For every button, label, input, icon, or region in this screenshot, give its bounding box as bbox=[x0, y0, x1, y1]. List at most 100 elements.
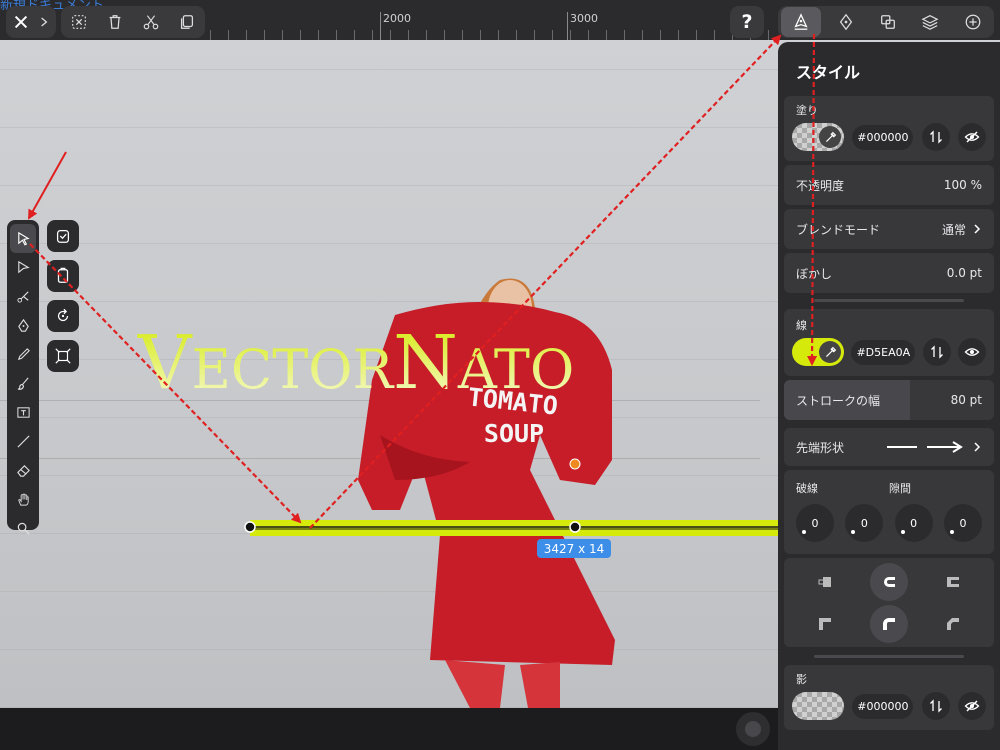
node-tool-icon[interactable] bbox=[7, 282, 39, 311]
eyedropper-icon[interactable] bbox=[819, 126, 841, 148]
fill-swatch[interactable] bbox=[792, 123, 844, 151]
app-window: VECTORNATO TOMATO SOUP 3427 x 14 新規ドキュメン… bbox=[0, 0, 1000, 750]
blur-row[interactable]: ぼかし 0.0 pt bbox=[784, 253, 994, 293]
swap-icon[interactable] bbox=[921, 123, 950, 151]
brush-tool-icon[interactable] bbox=[7, 369, 39, 398]
scissors-icon[interactable] bbox=[133, 7, 169, 37]
miter-join-icon[interactable] bbox=[806, 605, 844, 643]
edit-actions-group bbox=[61, 6, 205, 38]
gap-label: 隙間 bbox=[889, 482, 911, 495]
fit-to-bounds-button[interactable] bbox=[47, 340, 79, 372]
dash-section: 破線 隙間 0 0 0 0 bbox=[784, 470, 994, 554]
section-divider bbox=[814, 299, 964, 302]
trash-icon[interactable] bbox=[97, 7, 133, 37]
swap-icon[interactable] bbox=[921, 692, 950, 720]
stroke-section: 線 #D5EA0A bbox=[784, 309, 994, 376]
shadow-section: 影 #000000 bbox=[784, 665, 994, 730]
clipboard-button[interactable] bbox=[47, 260, 79, 292]
round-cap-icon[interactable] bbox=[870, 563, 908, 601]
stroke-width-label: ストロークの幅 bbox=[796, 393, 881, 408]
blur-label: ぼかし bbox=[796, 266, 833, 281]
stroke-width-slider[interactable]: ストロークの幅 80 pt bbox=[784, 380, 994, 420]
shadow-label: 影 bbox=[796, 673, 807, 686]
close-icon[interactable] bbox=[6, 7, 36, 37]
record-button[interactable] bbox=[736, 712, 770, 746]
blend-mode-value: 通常 bbox=[941, 222, 966, 237]
rotation-handle[interactable] bbox=[569, 458, 581, 470]
blur-value: 0.0 pt bbox=[946, 266, 982, 280]
visibility-off-icon[interactable] bbox=[957, 123, 986, 151]
quick-select-button[interactable] bbox=[47, 220, 79, 252]
arrow-end-icon bbox=[927, 441, 963, 453]
blend-mode-row[interactable]: ブレンドモード 通常 bbox=[784, 209, 994, 249]
panel-title: スタイル bbox=[796, 63, 861, 82]
cap-join-section bbox=[784, 558, 994, 647]
path-ops-icon[interactable] bbox=[870, 7, 906, 37]
fill-section: 塗り #000000 bbox=[784, 96, 994, 161]
opacity-row[interactable]: 不透明度 100 % bbox=[784, 165, 994, 205]
record-icon bbox=[745, 721, 761, 737]
bottom-bar bbox=[0, 708, 778, 750]
eraser-tool-icon[interactable] bbox=[7, 456, 39, 485]
opacity-value: 100 % bbox=[943, 178, 982, 192]
section-divider bbox=[814, 655, 964, 658]
eyedropper-icon[interactable] bbox=[819, 341, 841, 363]
endpoints-label: 先端形状 bbox=[796, 440, 845, 455]
dash-label: 破線 bbox=[796, 482, 818, 495]
dimension-badge: 3427 x 14 bbox=[537, 539, 611, 558]
help-label: ? bbox=[741, 11, 753, 33]
stroke-swatch[interactable] bbox=[792, 338, 844, 366]
hand-tool-icon[interactable] bbox=[7, 485, 39, 514]
fill-hex-field[interactable]: #000000 bbox=[852, 124, 914, 150]
pencil-tool-icon[interactable] bbox=[7, 340, 39, 369]
swap-icon[interactable] bbox=[922, 338, 951, 366]
ruler-label: 3000 bbox=[570, 12, 598, 25]
zoom-tool-icon[interactable] bbox=[7, 514, 39, 543]
layers-icon[interactable] bbox=[912, 7, 948, 37]
close-group bbox=[6, 6, 56, 38]
opacity-label: 不透明度 bbox=[796, 178, 845, 193]
anchor-start-handle[interactable] bbox=[244, 521, 256, 533]
deselect-icon[interactable] bbox=[61, 7, 97, 37]
dash-field[interactable]: 0 bbox=[894, 504, 933, 542]
endpoints-row[interactable]: 先端形状 bbox=[784, 428, 994, 466]
ruler-major-tick bbox=[567, 12, 568, 40]
gap-field[interactable]: 0 bbox=[943, 504, 982, 542]
help-button[interactable]: ? bbox=[730, 6, 764, 38]
visibility-icon[interactable] bbox=[958, 338, 986, 366]
stroke-label: 線 bbox=[796, 319, 807, 332]
duplicate-icon[interactable] bbox=[169, 7, 205, 37]
ruler-label: 2000 bbox=[383, 12, 411, 25]
selected-line[interactable] bbox=[250, 520, 780, 536]
shadow-swatch[interactable] bbox=[792, 692, 844, 720]
bevel-join-icon[interactable] bbox=[934, 605, 972, 643]
pen-tool-icon[interactable] bbox=[7, 311, 39, 340]
top-toolbar: 新規ドキュメント 2000 3000 ? bbox=[0, 0, 1000, 40]
line-tool-icon[interactable] bbox=[7, 427, 39, 456]
direct-select-tool-icon[interactable] bbox=[7, 253, 39, 282]
blend-mode-label: ブレンドモード bbox=[796, 222, 881, 237]
selection-tool-icon[interactable] bbox=[10, 224, 36, 253]
chevron-right-icon[interactable] bbox=[36, 7, 52, 37]
arrange-icon[interactable] bbox=[828, 7, 864, 37]
butt-cap-icon[interactable] bbox=[806, 563, 844, 601]
tool-palette bbox=[7, 220, 39, 535]
style-icon[interactable] bbox=[781, 7, 822, 37]
anchor-center-handle[interactable] bbox=[569, 521, 581, 533]
horizontal-ruler bbox=[210, 0, 780, 40]
stroke-hex-field[interactable]: #D5EA0A bbox=[851, 339, 916, 365]
square-cap-icon[interactable] bbox=[934, 563, 972, 601]
add-icon[interactable] bbox=[955, 7, 991, 37]
shadow-hex-field[interactable]: #000000 bbox=[852, 693, 914, 719]
stroke-width-value: 80 pt bbox=[950, 393, 982, 407]
gap-field[interactable]: 0 bbox=[845, 504, 884, 542]
dash-field[interactable]: 0 bbox=[796, 504, 834, 542]
chevron-right-icon bbox=[974, 442, 981, 452]
visibility-off-icon[interactable] bbox=[957, 692, 986, 720]
round-join-icon[interactable] bbox=[870, 605, 908, 643]
line-start-icon bbox=[887, 446, 917, 448]
rotate-button[interactable] bbox=[47, 300, 79, 332]
style-panel: スタイル 塗り #000000 不透明度 100 % ブレンドモード 通常 ぼかし 0… bbox=[778, 42, 1000, 750]
text-tool-icon[interactable] bbox=[7, 398, 39, 427]
inspector-tabs bbox=[778, 6, 994, 38]
